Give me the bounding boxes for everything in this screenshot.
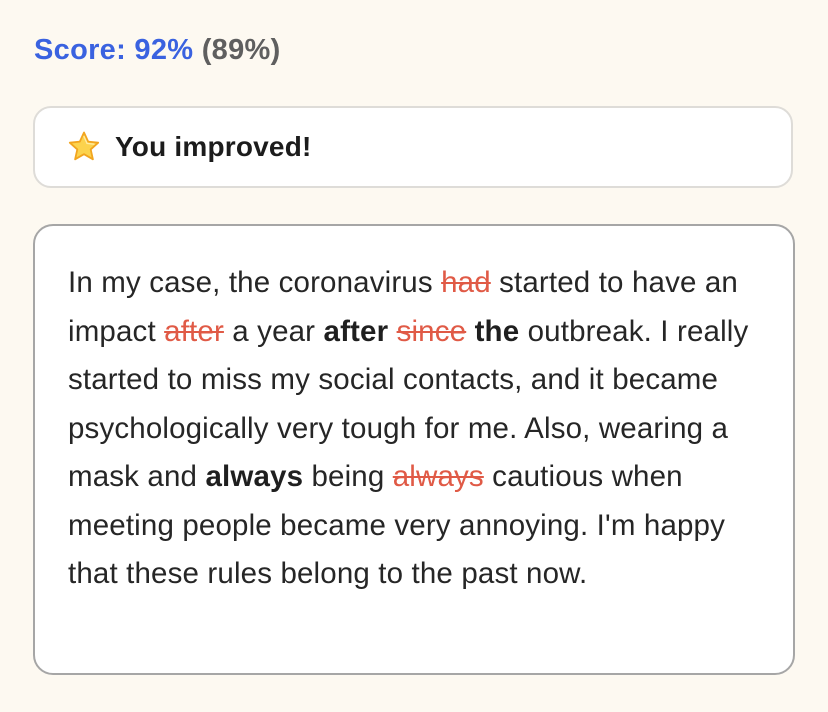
passage-text: a year (223, 314, 324, 348)
improvement-banner: You improved! (33, 106, 793, 188)
deleted-word: since (396, 314, 467, 348)
feedback-page: Score: 92% (89%) You improved! In my cas… (0, 0, 828, 712)
deleted-word: always (392, 460, 484, 493)
banner-text: You improved! (115, 131, 312, 162)
passage-text (388, 315, 396, 348)
previous-score: (89%) (201, 34, 281, 66)
inserted-word: always (205, 460, 304, 493)
score-value: Score: 92% (34, 34, 194, 66)
passage-text (466, 315, 474, 348)
passage-text: In my case, the coronavirus (68, 266, 442, 299)
passage-text: being (303, 460, 393, 493)
score-line: Score: 92% (89%) (34, 30, 281, 70)
star-icon (67, 130, 101, 164)
inserted-word: after (323, 314, 389, 348)
corrected-passage: In my case, the coronavirus had started … (68, 259, 768, 599)
inserted-word: the (474, 314, 520, 348)
corrected-text-card: In my case, the coronavirus had started … (33, 224, 795, 675)
deleted-word: had (441, 266, 491, 299)
deleted-word: after (164, 314, 224, 348)
